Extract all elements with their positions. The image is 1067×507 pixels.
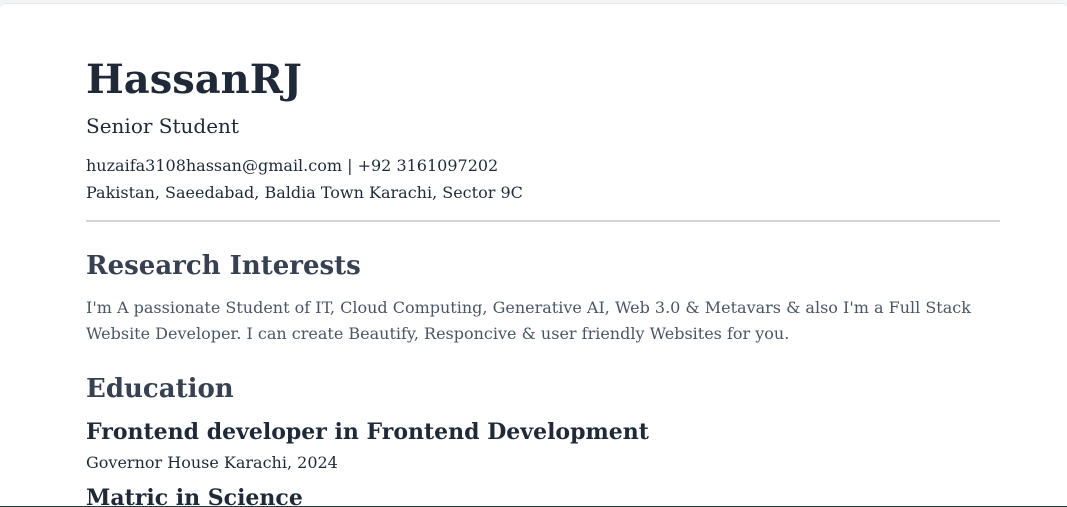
resume-page: HassanRJ Senior Student huzaifa3108hassa… (0, 3, 1067, 507)
research-text: I'm A passionate Student of IT, Cloud Co… (86, 298, 971, 343)
profile-title: Senior Student (86, 114, 239, 138)
research-heading: Research Interests (86, 251, 361, 281)
education-degree: Matric in Science (86, 485, 303, 507)
education-heading: Education (86, 374, 234, 404)
profile-name: HassanRJ (86, 56, 302, 103)
profile-contact: huzaifa3108hassan@gmail.com | +92 316109… (86, 156, 499, 175)
education-institution: Governor House Karachi, 2024 (86, 453, 338, 472)
profile-location: Pakistan, Saeedabad, Baldia Town Karachi… (86, 183, 523, 202)
header-divider (86, 220, 1000, 222)
education-degree: Frontend developer in Frontend Developme… (86, 419, 649, 445)
